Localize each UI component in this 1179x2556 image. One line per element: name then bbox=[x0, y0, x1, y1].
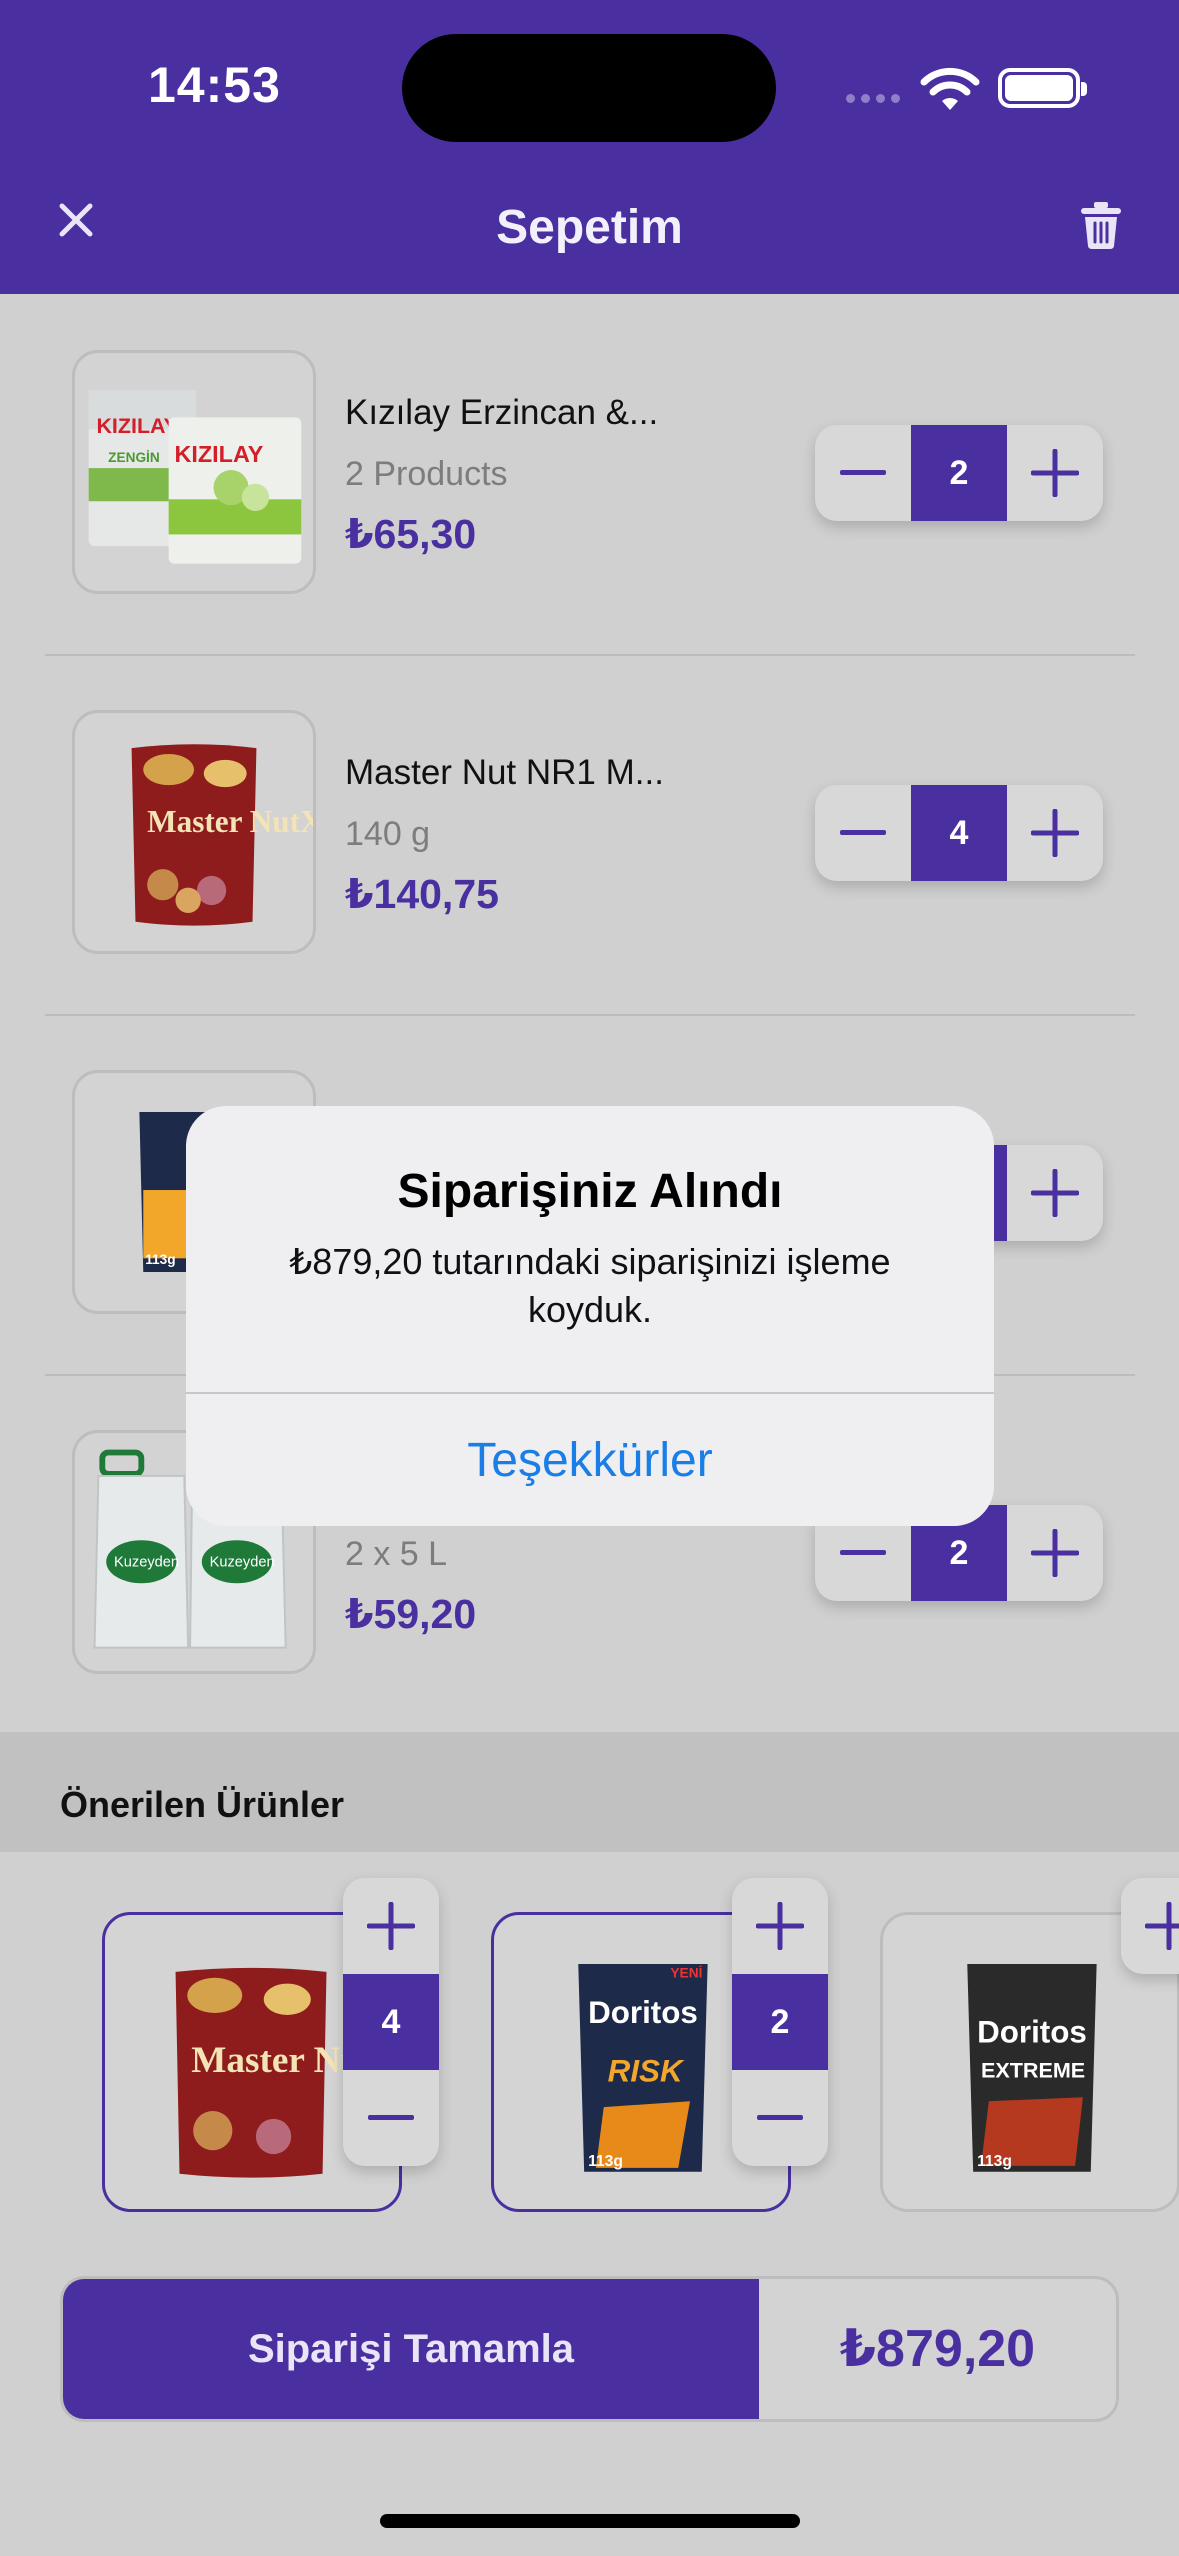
quantity-stepper: 4 bbox=[815, 785, 1103, 881]
cart-item-price: ₺65,30 bbox=[345, 511, 477, 557]
badge-text: YENİ bbox=[670, 1965, 702, 1981]
nav-header: 14:53 Sepetim bbox=[0, 0, 1179, 294]
weight-text: 113g bbox=[977, 2153, 1012, 2170]
plus-icon bbox=[756, 1902, 804, 1950]
suggestion-stepper bbox=[1121, 1878, 1179, 1974]
plus-icon bbox=[1031, 1529, 1079, 1577]
suggestion-stepper: 4 bbox=[343, 1878, 439, 2166]
cart-item-subtitle: 140 g bbox=[345, 815, 431, 853]
cart-item-name: Kızılay Erzincan &... bbox=[345, 393, 659, 432]
product-thumbnail[interactable]: Master NutX bbox=[72, 710, 316, 954]
increase-button[interactable] bbox=[343, 1878, 439, 1974]
minus-icon bbox=[840, 470, 886, 475]
minus-icon bbox=[840, 1550, 886, 1555]
quantity-stepper: 2 bbox=[815, 425, 1103, 521]
increase-button[interactable] bbox=[732, 1878, 828, 1974]
product-thumbnail[interactable]: KIZILAY ZENGİN KIZILAY bbox=[72, 350, 316, 594]
decrease-button[interactable] bbox=[343, 2070, 439, 2166]
increase-button[interactable] bbox=[1007, 1505, 1103, 1601]
weight-text: 113g bbox=[145, 1252, 175, 1267]
cart-item-subtitle: 2 Products bbox=[345, 455, 508, 493]
cart-item-price: ₺59,20 bbox=[345, 1591, 477, 1637]
battery-icon bbox=[998, 68, 1087, 108]
weight-text: 113g bbox=[588, 2153, 623, 2170]
increase-button[interactable] bbox=[1121, 1878, 1179, 1974]
trash-icon[interactable] bbox=[1078, 200, 1124, 250]
plus-icon bbox=[1031, 449, 1079, 497]
wifi-icon bbox=[920, 67, 980, 110]
flavor-text: RISK bbox=[608, 2054, 685, 2089]
minus-icon bbox=[840, 830, 886, 835]
dynamic-island bbox=[402, 34, 776, 142]
status-time: 14:53 bbox=[148, 57, 281, 113]
thanks-button[interactable]: Teşekkürler bbox=[186, 1394, 994, 1526]
quantity-value: 4 bbox=[343, 1974, 439, 2070]
quantity-value: 2 bbox=[911, 425, 1007, 521]
complete-order-button[interactable]: Siparişi Tamamla bbox=[63, 2279, 759, 2419]
cart-item-name: Master Nut NR1 M... bbox=[345, 753, 664, 792]
divider bbox=[45, 1014, 1135, 1016]
minus-icon bbox=[757, 2115, 803, 2120]
plus-icon bbox=[1031, 809, 1079, 857]
order-total: ₺879,20 bbox=[839, 2320, 1036, 2378]
decrease-button[interactable] bbox=[815, 425, 911, 521]
plus-icon bbox=[1031, 1169, 1079, 1217]
alert-message: ₺879,20 tutarındaki siparişinizi işleme … bbox=[289, 1241, 891, 1330]
plus-icon bbox=[367, 1902, 415, 1950]
cart-item-price: ₺140,75 bbox=[345, 871, 499, 917]
brand-text: Kuzeyden bbox=[114, 1555, 179, 1571]
brand-text: Master NutX bbox=[147, 804, 313, 839]
increase-button[interactable] bbox=[1007, 425, 1103, 521]
page-title: Sepetim bbox=[496, 201, 683, 254]
decrease-button[interactable] bbox=[815, 785, 911, 881]
increase-button[interactable] bbox=[1007, 1145, 1103, 1241]
home-indicator bbox=[380, 2514, 800, 2528]
order-confirmation-alert: Siparişiniz Alındı ₺879,20 tutarındaki s… bbox=[186, 1106, 994, 1526]
alert-title: Siparişiniz Alındı bbox=[397, 1165, 783, 1218]
increase-button[interactable] bbox=[1007, 785, 1103, 881]
suggestion-stepper: 2 bbox=[732, 1878, 828, 2166]
divider bbox=[45, 654, 1135, 656]
cellular-signal-icon bbox=[846, 94, 900, 103]
quantity-value: 4 bbox=[911, 785, 1007, 881]
plus-icon bbox=[1145, 1902, 1179, 1950]
brand-text: KIZILAY bbox=[174, 441, 263, 467]
product-variant-text: ZENGİN bbox=[108, 450, 160, 465]
brand-text: Doritos bbox=[588, 1995, 698, 2030]
brand-text: Kuzeyden bbox=[210, 1555, 275, 1571]
brand-text: KIZILAY bbox=[96, 414, 177, 438]
checkout-bar: Siparişi Tamamla ₺879,20 bbox=[60, 2276, 1119, 2422]
decrease-button[interactable] bbox=[732, 2070, 828, 2166]
brand-text: Doritos bbox=[977, 2014, 1087, 2049]
quantity-value: 2 bbox=[732, 1974, 828, 2070]
flavor-text: EXTREME bbox=[981, 2058, 1085, 2083]
minus-icon bbox=[368, 2115, 414, 2120]
suggestions-header: Önerilen Ürünler bbox=[0, 1732, 1179, 1852]
section-title: Önerilen Ürünler bbox=[60, 1784, 345, 1825]
cart-item-subtitle: 2 x 5 L bbox=[345, 1535, 448, 1573]
